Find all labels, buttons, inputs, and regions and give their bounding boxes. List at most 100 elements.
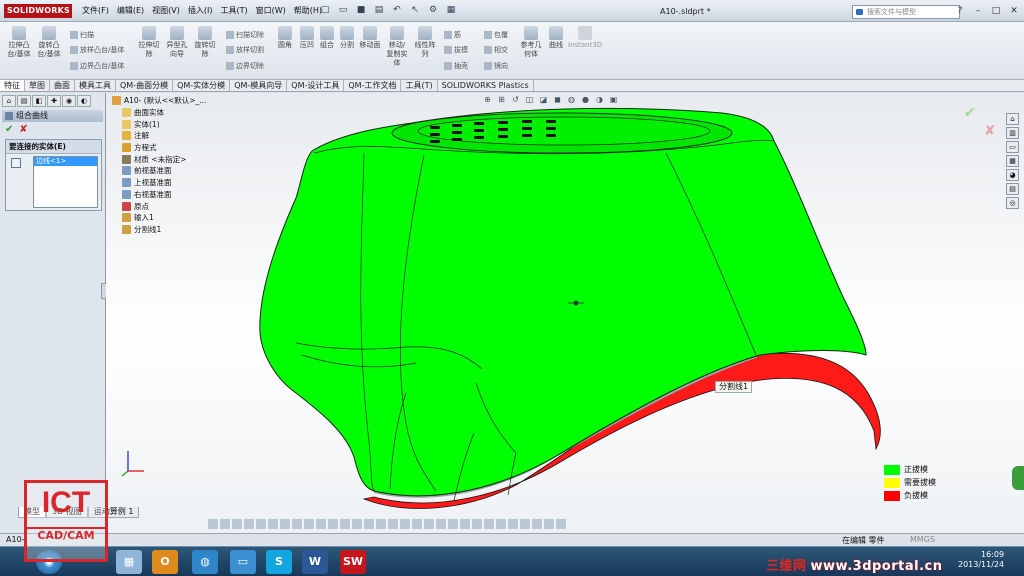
tool-icon[interactable] [508,519,518,529]
boundary-boss-button[interactable]: 边界凸台/基体 [70,61,124,71]
view-settings-icon[interactable]: ▣ [608,94,619,105]
tree-item-equations[interactable]: 方程式 [112,142,206,154]
confirm-corner-ok-icon[interactable]: ✔ [964,105,976,121]
status-units[interactable]: MMGS [910,535,935,544]
tab-mold-tools[interactable]: 模具工具 [75,80,116,91]
dimxpert-tab-icon[interactable]: ✚ [47,95,61,107]
tool-icon[interactable] [232,519,242,529]
tool-icon[interactable] [532,519,542,529]
tab-qm-surface-parting[interactable]: QM-曲面分模 [116,80,174,91]
hole-wizard-button[interactable]: 异型孔向导 [164,26,190,59]
extrude-cut-button[interactable]: 拉伸切除 [136,26,162,59]
scene-icon[interactable]: ◑ [594,94,605,105]
wrap-button[interactable]: 包覆 [484,30,508,40]
tab-surfaces[interactable]: 曲面 [50,80,75,91]
tool-icon[interactable] [520,519,530,529]
tree-item-part[interactable]: A10- (默认<<默认>_... [112,95,206,107]
tool-icon[interactable] [412,519,422,529]
solidworks-logo[interactable]: SOLIDWORKS [4,4,72,18]
help-icon[interactable]: ? [954,5,966,17]
boundary-cut-button[interactable]: 边界切除 [226,61,264,71]
tool-icon[interactable] [388,519,398,529]
select-icon[interactable]: ↖ [408,4,422,17]
tool-icon[interactable] [328,519,338,529]
tool-icon[interactable] [556,519,566,529]
tree-item-surface-bodies[interactable]: 曲面实体 [112,107,206,119]
resources-icon[interactable]: ⌂ [1006,113,1019,125]
intersect-button[interactable]: 相交 [484,45,508,55]
solidworks-forum-icon[interactable]: ◎ [1006,197,1019,209]
tool-icon[interactable] [436,519,446,529]
combine-button[interactable]: 组合 [316,26,338,50]
menu-edit[interactable]: 编辑(E) [117,5,144,16]
tool-icon[interactable] [484,519,494,529]
configuration-tab-icon[interactable]: ◧ [32,95,46,107]
rib-button[interactable]: 筋 [444,30,461,40]
revolve-boss-button[interactable]: 旋转凸台/基体 [36,26,62,59]
cancel-button[interactable]: ✘ [19,124,27,135]
indent-button[interactable]: 压凹 [296,26,318,50]
skype-icon[interactable]: S [266,550,292,574]
feature-tree-tab-icon[interactable]: ⌂ [2,95,16,107]
word-icon[interactable]: W [302,550,328,574]
side-badge-icon[interactable] [1012,466,1024,490]
fillet-button[interactable]: 圆角 [274,26,296,50]
hide-show-icon[interactable]: ◍ [566,94,577,105]
open-icon[interactable]: ▭ [336,4,350,17]
minimize-icon[interactable]: – [972,5,984,17]
tool-icon[interactable] [544,519,554,529]
tool-icon[interactable] [268,519,278,529]
solidworks-taskbar-icon[interactable]: SW [340,550,366,574]
display-tab-icon[interactable]: ◉ [62,95,76,107]
previous-view-icon[interactable]: ↺ [510,94,521,105]
property-manager-tab-icon[interactable]: ▤ [17,95,31,107]
tool-icon[interactable] [220,519,230,529]
outlook-icon[interactable]: O [152,550,178,574]
loft-button[interactable]: 放样凸台/基体 [70,45,124,55]
linear-pattern-button[interactable]: 线性阵列 [414,26,436,59]
graphics-area[interactable]: ⊕ ⊞ ↺ ◫ ◪ ◼ ◍ ● ◑ ▣ A10- (默认<<默认>_... 曲面… [106,93,1024,533]
loft-cut-button[interactable]: 放样切割 [226,45,264,55]
confirm-corner-cancel-icon[interactable]: ✘ [984,123,996,139]
list-item[interactable]: 边线<1> [34,157,97,166]
custom-properties-icon[interactable]: ▤ [1006,183,1019,195]
draft-button[interactable]: 拔模 [444,45,468,55]
folder-taskbar-icon[interactable]: ▭ [230,550,256,574]
tab-qm-work-docs[interactable]: QM-工作文档 [344,80,402,91]
menu-view[interactable]: 视图(V) [152,5,180,16]
qq-icon[interactable]: ◍ [192,550,218,574]
display-style-icon[interactable]: ◼ [552,94,563,105]
tool-icon[interactable] [256,519,266,529]
undo-icon[interactable]: ↶ [390,4,404,17]
calculator-icon[interactable]: ▦ [116,550,142,574]
tree-item-solid-bodies[interactable]: 实体(1) [112,118,206,130]
new-icon[interactable]: □ [318,4,332,17]
selected-entities-list[interactable]: 边线<1> [33,156,98,208]
tab-solidworks-plastics[interactable]: SOLIDWORKS Plastics [438,80,534,91]
shell-button[interactable]: 抽壳 [444,61,468,71]
tree-item-annotations[interactable]: 注解 [112,130,206,142]
tree-item-material[interactable]: 材质 <未指定> [112,153,206,165]
ok-button[interactable]: ✔ [5,124,13,135]
maximize-icon[interactable]: □ [990,5,1002,17]
move-face-button[interactable]: 移动面 [357,26,383,50]
view-orientation-icon[interactable]: ◪ [538,94,549,105]
tab-features[interactable]: 特征 [0,80,25,91]
section-view-icon[interactable]: ◫ [524,94,535,105]
extrude-boss-button[interactable]: 拉伸凸台/基体 [6,26,32,59]
curves-button[interactable]: 曲线 [546,26,566,50]
system-clock[interactable]: 16:09 2013/11/24 [958,550,1004,570]
tool-icon[interactable] [400,519,410,529]
tool-icon[interactable] [496,519,506,529]
instant3d-button[interactable]: Instant3D [568,26,602,50]
reference-geometry-button[interactable]: 参考几何体 [518,26,544,59]
file-explorer-icon[interactable]: ▭ [1006,141,1019,153]
appearance-tab-icon[interactable]: ◐ [77,95,91,107]
tree-item-origin[interactable]: 原点 [112,200,206,212]
tree-item-import[interactable]: 输入1 [112,212,206,224]
mirror-button[interactable]: 镜向 [484,61,508,71]
options-icon[interactable]: ▦ [444,4,458,17]
menu-window[interactable]: 窗口(W) [256,5,286,16]
tree-item-front-plane[interactable]: 前视基准面 [112,165,206,177]
rebuild-icon[interactable]: ⚙ [426,4,440,17]
